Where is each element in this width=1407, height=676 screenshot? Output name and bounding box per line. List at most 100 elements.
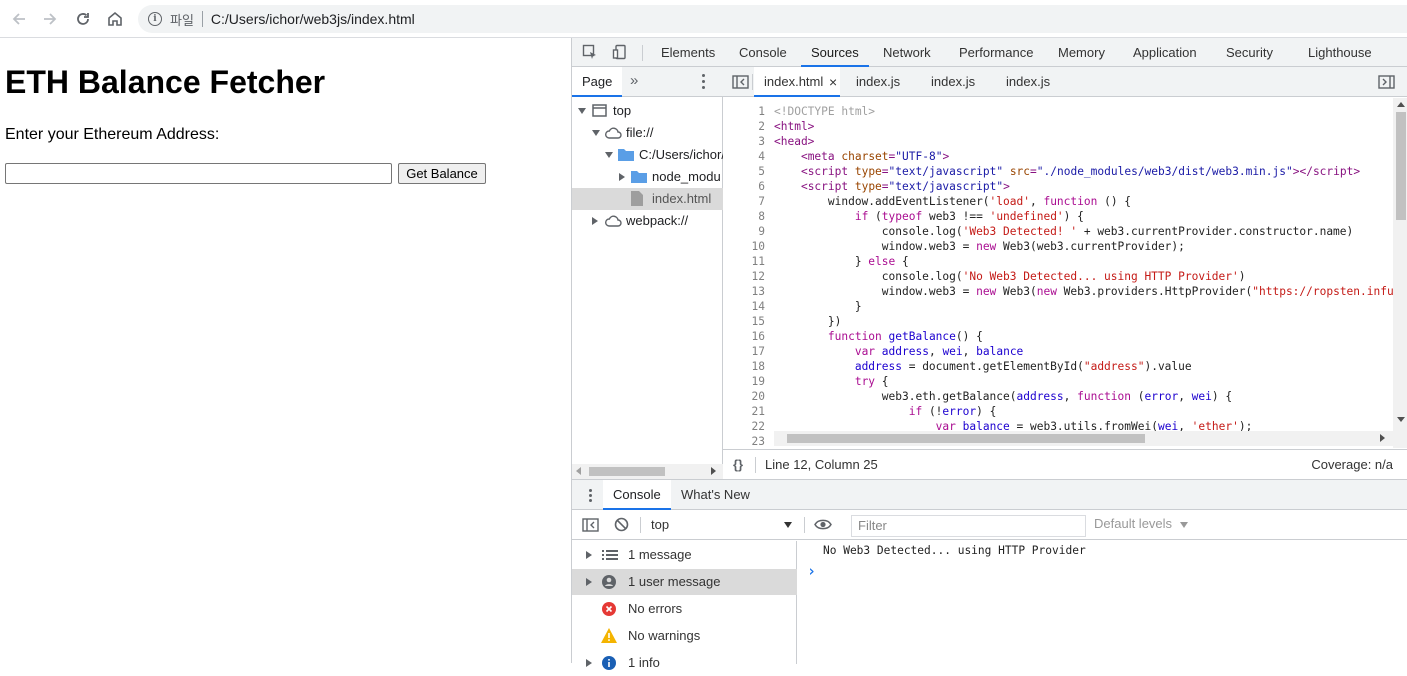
sidebar-item-errors[interactable]: No errors	[572, 596, 797, 622]
sidebar-item-messages[interactable]: 1 message	[572, 542, 797, 568]
editor-hscrollbar[interactable]	[774, 431, 1394, 446]
line-number: 19	[751, 375, 765, 388]
code-line: console.log('No Web3 Detected... using H…	[774, 270, 1246, 283]
code-view[interactable]: 1 2 3 4 5 6 7 8 9 10 11 12 13 14 15 16 1…	[723, 98, 1407, 448]
code-line: function getBalance() {	[827, 330, 983, 343]
tree-item-top[interactable]: top	[572, 100, 723, 122]
live-expression-eye-icon[interactable]	[814, 518, 832, 531]
line-number-gutter[interactable]: 1 2 3 4 5 6 7 8 9 10 11 12 13 14 15 16 1…	[723, 98, 769, 448]
console-log-message: No Web3 Detected... using HTTP Provider	[823, 544, 1086, 557]
collapsed-arrow-icon	[586, 578, 592, 586]
console-sidebar: 1 message 1 user message No errors No wa…	[572, 541, 797, 670]
editor-tab-divider	[752, 74, 753, 90]
scroll-down-icon[interactable]	[1397, 417, 1405, 422]
tab-divider	[642, 45, 643, 61]
console-drawer: Console What's New top Filter Default le…	[572, 479, 1407, 670]
console-output[interactable]: No Web3 Detected... using HTTP Provider …	[797, 541, 1407, 664]
editor-status-bar: {} Line 12, Column 25 Coverage: n/a	[723, 449, 1407, 479]
device-toolbar-icon[interactable]	[612, 44, 628, 60]
tab-elements[interactable]: Elements	[661, 38, 715, 67]
scrollbar-thumb[interactable]	[589, 467, 665, 476]
tab-console[interactable]: Console	[739, 38, 787, 67]
tree-item-webpack[interactable]: webpack://	[572, 210, 723, 232]
scrollbar-thumb[interactable]	[787, 434, 1145, 443]
context-selector[interactable]: top	[642, 513, 797, 537]
sidebar-item-warnings[interactable]: No warnings	[572, 623, 797, 649]
coverage-status[interactable]: Coverage: n/a	[1311, 450, 1393, 479]
kebab-menu-icon[interactable]	[702, 74, 705, 89]
toggle-sidebar-icon[interactable]	[582, 518, 599, 532]
drawer-tab-whats-new[interactable]: What's New	[681, 480, 750, 510]
line-number: 9	[758, 225, 765, 238]
folder-icon	[618, 149, 634, 161]
console-filter-input[interactable]: Filter	[851, 515, 1086, 537]
close-tab-icon[interactable]: ×	[829, 67, 837, 97]
home-button[interactable]	[104, 8, 126, 30]
sidebar-item-label: No errors	[628, 601, 683, 616]
collapsed-arrow-icon	[586, 659, 592, 667]
sidebar-item-user-messages[interactable]: 1 user message	[572, 569, 797, 595]
scroll-up-icon[interactable]	[1397, 102, 1405, 107]
code-line: <script type="text/javascript" src="./no…	[800, 165, 1361, 178]
inspect-element-icon[interactable]	[582, 44, 598, 60]
scroll-right-icon[interactable]	[1380, 434, 1385, 442]
tab-performance[interactable]: Performance	[959, 38, 1033, 67]
editor-tab-index-html[interactable]: index.html ×	[754, 67, 840, 97]
tree-item-file[interactable]: file://	[572, 122, 723, 144]
tree-item-index-html[interactable]: index.html	[572, 188, 723, 210]
tree-item-node-modules[interactable]: node_modu	[572, 166, 723, 188]
sidebar-item-label: 1 user message	[628, 574, 721, 589]
tab-page[interactable]: Page	[572, 67, 623, 97]
clear-console-icon[interactable]	[614, 517, 629, 532]
console-prompt-icon[interactable]: ›	[807, 562, 816, 580]
code-line: window.web3 = new Web3(new Web3.provider…	[774, 285, 1407, 298]
tab-lighthouse[interactable]: Lighthouse	[1308, 38, 1372, 67]
url-text[interactable]: C:/Users/ichor/web3js/index.html	[211, 11, 415, 27]
tab-network[interactable]: Network	[883, 38, 931, 67]
scroll-right-icon[interactable]	[711, 467, 716, 475]
source-editor: index.html × index.js index.js index.js …	[723, 67, 1407, 479]
toggle-debugger-icon[interactable]	[1378, 75, 1395, 89]
scrollbar-thumb[interactable]	[1396, 112, 1406, 220]
code-line: <head>	[774, 135, 815, 148]
web-page: ETH Balance Fetcher Enter your Ethereum …	[0, 38, 571, 663]
editor-tab-index-js[interactable]: index.js	[1006, 67, 1050, 97]
tab-security[interactable]: Security	[1226, 38, 1273, 67]
more-tabs-icon[interactable]: »	[630, 67, 638, 95]
navigator-hscrollbar[interactable]	[572, 464, 723, 479]
tab-application[interactable]: Application	[1133, 38, 1197, 67]
line-number: 10	[751, 240, 765, 253]
collapsed-arrow-icon	[619, 173, 625, 181]
expanded-arrow-icon	[592, 130, 600, 136]
address-bar[interactable]: i 파일 C:/Users/ichor/web3js/index.html	[138, 5, 1407, 33]
address-input[interactable]	[5, 163, 392, 184]
tab-memory[interactable]: Memory	[1058, 38, 1105, 67]
line-number: 20	[751, 390, 765, 403]
back-arrow-icon	[12, 13, 25, 25]
editor-vscrollbar[interactable]	[1393, 98, 1407, 448]
sidebar-item-info[interactable]: 1 info	[572, 650, 797, 676]
line-number: 4	[758, 150, 765, 163]
editor-tab-index-js[interactable]: index.js	[931, 67, 975, 97]
tree-item-users-folder[interactable]: C:/Users/ichor/	[572, 144, 723, 166]
editor-tab-index-js[interactable]: index.js	[856, 67, 900, 97]
drawer-menu-icon[interactable]	[589, 489, 592, 502]
get-balance-button[interactable]: Get Balance	[398, 163, 486, 184]
drawer-tab-bar: Console What's New	[572, 480, 1407, 510]
drawer-tab-console[interactable]: Console	[603, 480, 671, 510]
toggle-navigator-icon[interactable]	[732, 75, 749, 89]
back-button[interactable]	[8, 8, 30, 30]
pretty-print-icon[interactable]: {}	[733, 450, 743, 479]
log-levels-dropdown[interactable]: Default levels	[1094, 516, 1188, 531]
frame-icon	[592, 104, 607, 117]
info-icon[interactable]: i	[148, 12, 162, 26]
reload-button[interactable]	[72, 8, 94, 30]
omnibox-divider	[201, 11, 203, 27]
tree-label: top	[613, 103, 632, 118]
forward-button[interactable]	[39, 8, 61, 30]
line-number: 5	[758, 165, 765, 178]
code-line: } else {	[774, 255, 909, 268]
scroll-left-icon[interactable]	[576, 467, 581, 475]
tab-sources[interactable]: Sources	[801, 38, 869, 67]
line-number: 2	[758, 120, 765, 133]
